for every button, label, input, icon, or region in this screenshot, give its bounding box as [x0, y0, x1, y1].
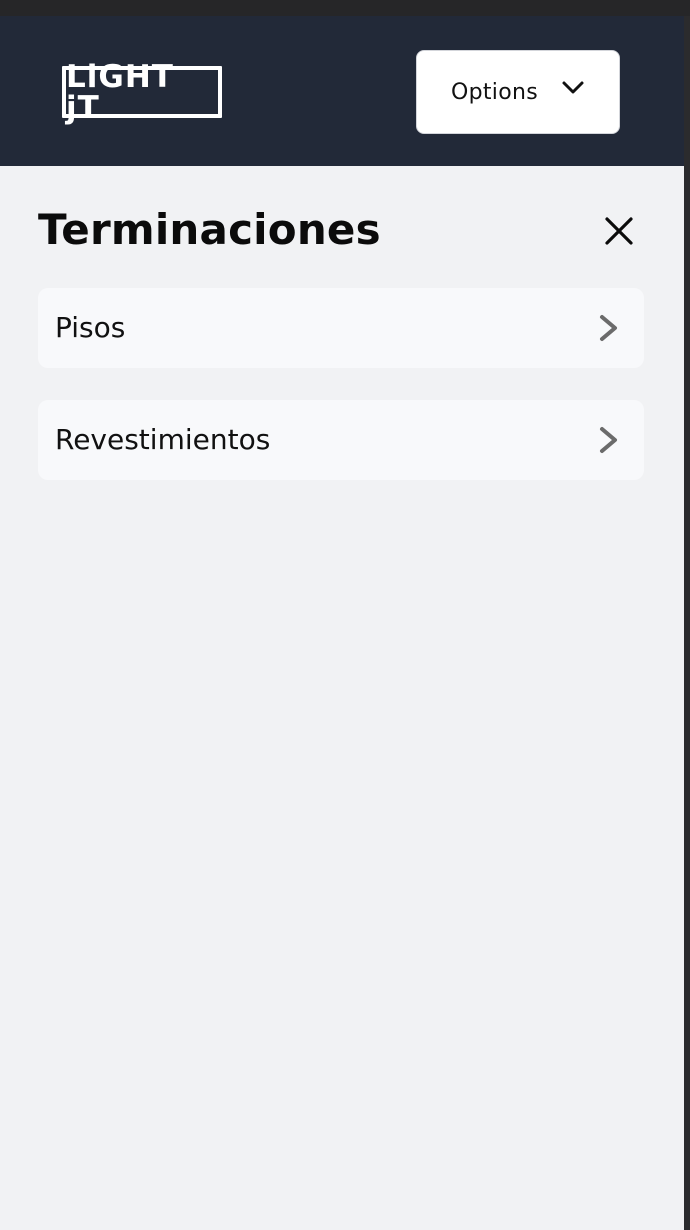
logo-text: LiGHT jT — [66, 59, 174, 126]
panel-title: Terminaciones — [38, 205, 381, 254]
options-label: Options — [451, 79, 538, 105]
menu-item-pisos[interactable]: Pisos — [38, 288, 644, 368]
chevron-down-icon — [562, 81, 584, 94]
menu-item-revestimientos[interactable]: Revestimientos — [38, 400, 644, 480]
menu-item-label: Pisos — [55, 311, 126, 344]
window-edge — [684, 16, 690, 1230]
chevron-right-icon — [600, 427, 617, 453]
chevron-right-icon — [600, 315, 617, 341]
options-dropdown-button[interactable]: Options — [416, 50, 620, 134]
lightit-logo[interactable]: LiGHT jT — [62, 62, 222, 124]
app-container: LiGHT jT Options Terminaciones Pisos Rev… — [0, 16, 684, 1230]
menu-item-label: Revestimientos — [55, 423, 271, 456]
top-navbar: LiGHT jT Options — [0, 16, 684, 166]
close-icon — [605, 217, 633, 245]
close-button[interactable] — [598, 210, 640, 252]
browser-top-strip — [0, 0, 690, 16]
